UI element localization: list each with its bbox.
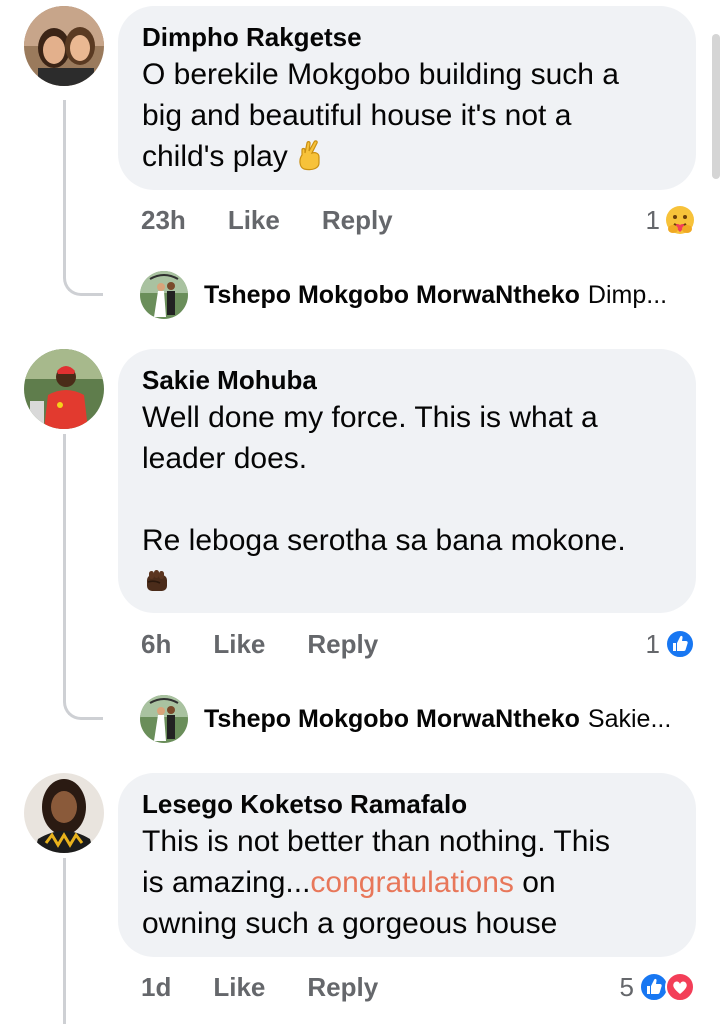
- avatar[interactable]: [24, 773, 104, 853]
- thread-line: [63, 858, 66, 1024]
- like-button[interactable]: Like: [213, 629, 265, 660]
- comment-text: O berekile Mokgobo building such a big a…: [142, 54, 672, 182]
- avatar[interactable]: [24, 6, 104, 86]
- love-reaction-icon: [664, 971, 696, 1003]
- scrollbar[interactable]: [712, 34, 720, 179]
- reply-avatar[interactable]: [140, 695, 188, 743]
- reply-button[interactable]: Reply: [307, 629, 378, 660]
- reply-preview[interactable]: Tshepo Mokgobo MorwaNtheko Sakie...: [140, 694, 671, 744]
- comment-time[interactable]: 6h: [141, 629, 171, 660]
- thread-line: [63, 434, 66, 690]
- thread-connector: [63, 688, 103, 720]
- avatar[interactable]: [24, 349, 104, 429]
- reply-author[interactable]: Tshepo Mokgobo MorwaNtheko: [204, 705, 580, 734]
- thread-line: [63, 100, 66, 266]
- thread-connector: [63, 264, 103, 296]
- comment-bubble[interactable]: Dimpho Rakgetse O berekile Mokgobo build…: [118, 6, 696, 190]
- reaction-summary[interactable]: 1: [646, 203, 696, 237]
- reaction-count: 1: [645, 204, 660, 235]
- reply-preview[interactable]: Tshepo Mokgobo MorwaNtheko Dimp...: [140, 270, 667, 320]
- comment-bubble[interactable]: Lesego Koketso Ramafalo This is not bett…: [118, 773, 696, 957]
- reply-button[interactable]: Reply: [322, 205, 393, 236]
- reply-button[interactable]: Reply: [307, 972, 378, 1003]
- like-button[interactable]: Like: [228, 205, 280, 236]
- like-button[interactable]: Like: [213, 972, 265, 1003]
- reply-avatar[interactable]: [140, 271, 188, 319]
- like-reaction-icon: [664, 628, 696, 660]
- comment-author[interactable]: Sakie Mohuba: [142, 363, 672, 397]
- comment-actions: 1d Like Reply: [141, 970, 378, 1004]
- reply-snippet: Sakie...: [587, 704, 672, 733]
- comment-author[interactable]: Dimpho Rakgetse: [142, 20, 672, 54]
- reply-snippet: Dimp...: [587, 280, 668, 309]
- raised-fist-emoji-icon: [142, 566, 172, 607]
- comment-time[interactable]: 1d: [141, 972, 171, 1003]
- reply-author[interactable]: Tshepo Mokgobo MorwaNtheko: [204, 281, 580, 310]
- comment-text: This is not better than nothing. This is…: [142, 825, 611, 940]
- hashtag-link[interactable]: congratulations: [310, 866, 513, 899]
- comment-actions: 6h Like Reply: [141, 627, 378, 661]
- reaction-count: 1: [645, 628, 660, 659]
- comment-text: Well done my force. This is what a leade…: [142, 397, 672, 607]
- reaction-count: 5: [619, 971, 634, 1002]
- comment-time[interactable]: 23h: [141, 205, 186, 236]
- care-reaction-icon: [664, 204, 696, 236]
- comment-actions: 23h Like Reply: [141, 203, 393, 237]
- comment-author[interactable]: Lesego Koketso Ramafalo: [142, 787, 672, 821]
- comment-bubble[interactable]: Sakie Mohuba Well done my force. This is…: [118, 349, 696, 613]
- crossed-fingers-emoji-icon: [296, 139, 326, 182]
- reaction-summary[interactable]: 1: [646, 627, 696, 661]
- reaction-summary[interactable]: 5: [620, 970, 696, 1004]
